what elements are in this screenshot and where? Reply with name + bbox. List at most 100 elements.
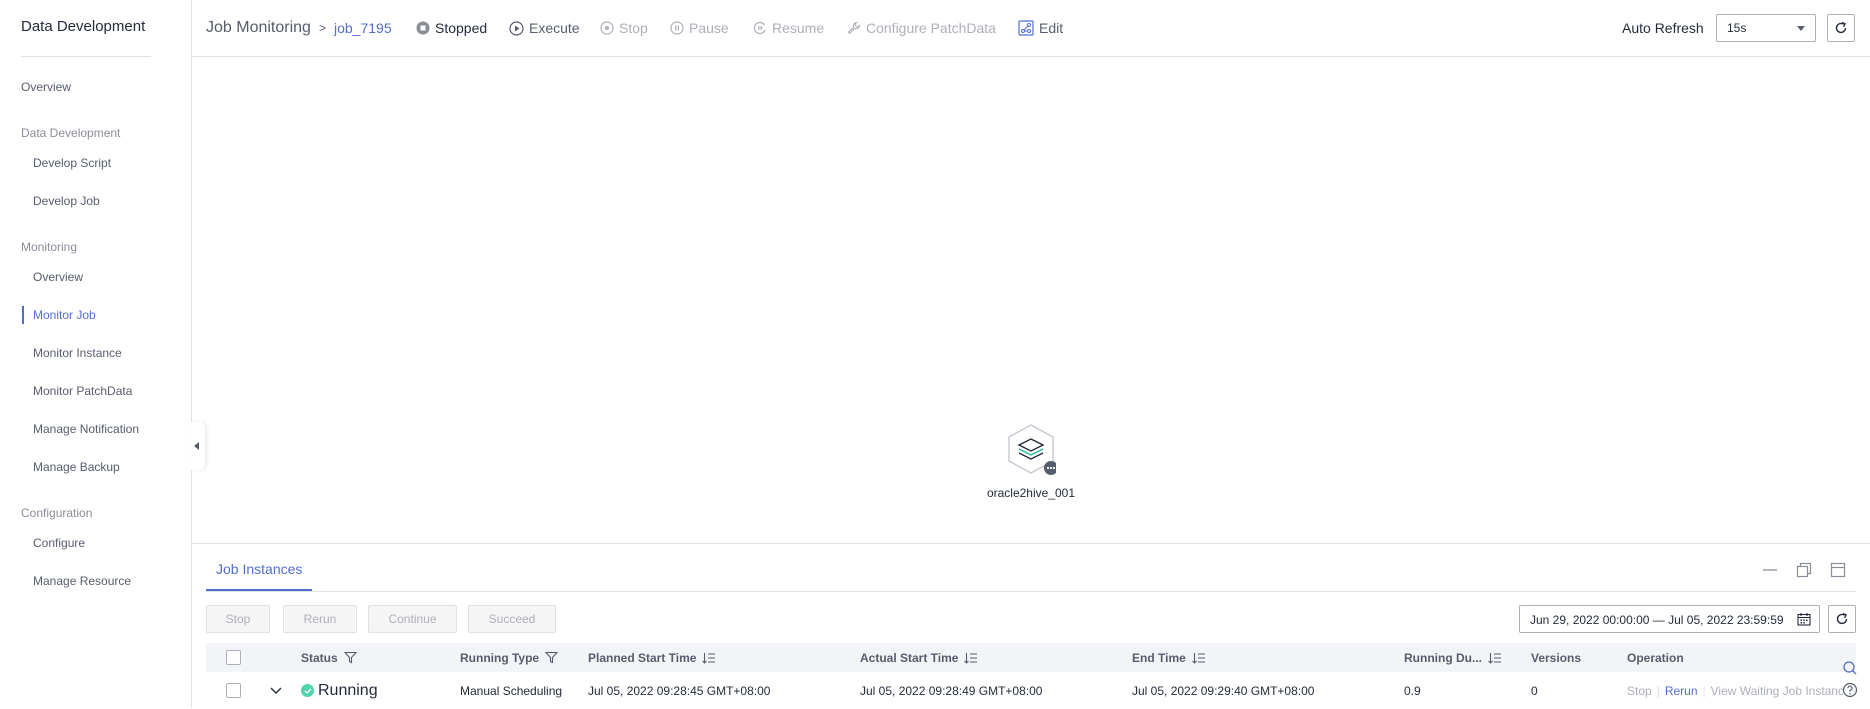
sidebar-item-develop-script[interactable]: Develop Script <box>33 156 111 170</box>
sidebar-group-data-development: Data Development <box>21 126 121 140</box>
sidebar-group-configuration: Configuration <box>21 506 93 520</box>
refresh-icon <box>1835 21 1847 34</box>
sidebar-item-monitor-patchdata[interactable]: Monitor PatchData <box>33 384 132 398</box>
wrench-icon <box>847 21 861 35</box>
tab-job-instances[interactable]: Job Instances <box>206 544 313 591</box>
play-icon <box>509 20 524 36</box>
sidebar-item-monitor-job[interactable]: Monitor Job <box>33 308 96 322</box>
sidebar-collapse-button[interactable] <box>189 422 205 470</box>
collapse-left-icon <box>194 442 199 450</box>
column-running-type: Running Type <box>460 643 559 672</box>
sidebar-item-overview[interactable]: Overview <box>21 80 71 94</box>
sidebar-item-monitoring-overview[interactable]: Overview <box>33 270 83 284</box>
column-running-duration-label: Running Du... <box>1404 650 1482 665</box>
job-node[interactable] <box>1006 423 1058 475</box>
breadcrumb-root[interactable]: Job Monitoring <box>206 0 311 56</box>
sort-icon[interactable] <box>1191 652 1206 664</box>
row-status: Running <box>301 672 378 709</box>
column-status: Status <box>301 643 357 672</box>
expand-row-button[interactable] <box>270 672 282 709</box>
pause-button[interactable]: Pause <box>670 0 729 56</box>
column-planned-start: Planned Start Time <box>588 643 716 672</box>
filter-icon[interactable] <box>545 651 559 664</box>
sidebar-group-monitoring: Monitoring <box>21 240 78 254</box>
sidebar-title: Data Development <box>21 18 146 35</box>
date-range-picker[interactable]: Jun 29, 2022 00:00:00 — Jul 05, 2022 23:… <box>1519 605 1820 633</box>
instance-continue-button[interactable]: Continue <box>368 605 457 633</box>
minimize-panel-button[interactable] <box>1761 561 1779 579</box>
column-versions: Versions <box>1531 650 1582 665</box>
resume-label: Resume <box>772 20 825 36</box>
column-actual-start-label: Actual Start Time <box>860 650 959 665</box>
pause-icon <box>670 21 684 35</box>
column-actual-start: Actual Start Time <box>860 643 978 672</box>
chevron-down-icon <box>1797 26 1805 31</box>
stopped-icon <box>416 21 430 35</box>
edit-button[interactable]: Edit <box>1018 0 1063 56</box>
breadcrumb-job[interactable]: job_7195 <box>334 0 392 56</box>
sidebar-item-monitor-instance[interactable]: Monitor Instance <box>33 346 122 360</box>
refresh-icon <box>1836 612 1848 625</box>
stop-icon <box>600 21 614 35</box>
op-separator: | <box>1702 683 1706 698</box>
row-versions: 0 <box>1531 683 1538 698</box>
refresh-button[interactable] <box>1827 14 1855 42</box>
auto-refresh-value: 15s <box>1727 21 1747 35</box>
sort-icon[interactable] <box>702 652 716 664</box>
data-migration-node-icon <box>1008 424 1058 475</box>
stop-button[interactable]: Stop <box>600 0 648 56</box>
job-instances-panel: Job Instances Stop Rerun Continue Succee… <box>192 543 1870 708</box>
configure-patchdata-label: Configure PatchData <box>866 20 996 36</box>
maximize-panel-button[interactable] <box>1829 561 1847 579</box>
resume-icon <box>753 21 766 35</box>
row-rerun-link[interactable]: Rerun <box>1665 684 1698 698</box>
table-header: Status Running Type Planned Start Time A… <box>206 643 1856 672</box>
edit-label: Edit <box>1039 20 1064 36</box>
job-status: Stopped <box>416 0 487 56</box>
minimize-icon <box>1763 569 1777 571</box>
row-view-waiting-link[interactable]: View Waiting Job Instanc <box>1711 684 1843 698</box>
column-running-duration: Running Du... <box>1404 643 1502 672</box>
row-running-type: Manual Scheduling <box>460 683 563 698</box>
instances-refresh-button[interactable] <box>1828 605 1856 633</box>
column-planned-start-label: Planned Start Time <box>588 650 697 665</box>
auto-refresh-label: Auto Refresh <box>1622 20 1704 36</box>
instance-stop-button[interactable]: Stop <box>206 605 270 633</box>
column-running-type-label: Running Type <box>460 650 540 665</box>
row-planned-start: Jul 05, 2022 09:28:45 GMT+08:00 <box>588 683 771 698</box>
search-icon[interactable] <box>1842 660 1858 676</box>
row-stop-link[interactable]: Stop <box>1627 684 1652 698</box>
row-end-time: Jul 05, 2022 09:29:40 GMT+08:00 <box>1132 683 1315 698</box>
column-status-label: Status <box>301 650 338 665</box>
column-operation: Operation <box>1627 650 1684 665</box>
restore-icon <box>1796 562 1812 578</box>
auto-refresh-select[interactable]: 15s <box>1716 14 1816 42</box>
calendar-icon <box>1797 612 1811 629</box>
floating-help <box>1842 660 1866 698</box>
row-checkbox[interactable] <box>226 683 241 698</box>
instance-succeed-button[interactable]: Succeed <box>468 605 556 633</box>
select-all-checkbox[interactable] <box>226 650 241 665</box>
help-icon[interactable] <box>1842 682 1858 698</box>
configure-patchdata-button[interactable]: Configure PatchData <box>847 0 996 56</box>
filter-icon[interactable] <box>343 651 357 664</box>
resume-button[interactable]: Resume <box>753 0 824 56</box>
execute-button[interactable]: Execute <box>509 0 580 56</box>
sidebar-item-manage-backup[interactable]: Manage Backup <box>33 460 120 474</box>
sidebar-item-manage-notification[interactable]: Manage Notification <box>33 422 139 436</box>
sort-icon[interactable] <box>1488 652 1502 664</box>
column-end-time-label: End Time <box>1132 650 1186 665</box>
restore-panel-button[interactable] <box>1795 561 1813 579</box>
breadcrumb-separator: > <box>319 21 327 35</box>
instance-rerun-button[interactable]: Rerun <box>283 605 357 633</box>
sidebar-item-manage-resource[interactable]: Manage Resource <box>33 574 131 588</box>
sidebar-item-develop-job[interactable]: Develop Job <box>33 194 100 208</box>
node-label: oracle2hive_001 <box>986 486 1076 500</box>
tab-divider <box>206 591 1856 592</box>
sort-icon[interactable] <box>964 652 978 664</box>
column-end-time: End Time <box>1132 643 1206 672</box>
sidebar-divider <box>21 56 151 57</box>
job-status-label: Stopped <box>435 20 488 36</box>
active-indicator <box>22 306 24 324</box>
sidebar-item-configure[interactable]: Configure <box>33 536 85 550</box>
